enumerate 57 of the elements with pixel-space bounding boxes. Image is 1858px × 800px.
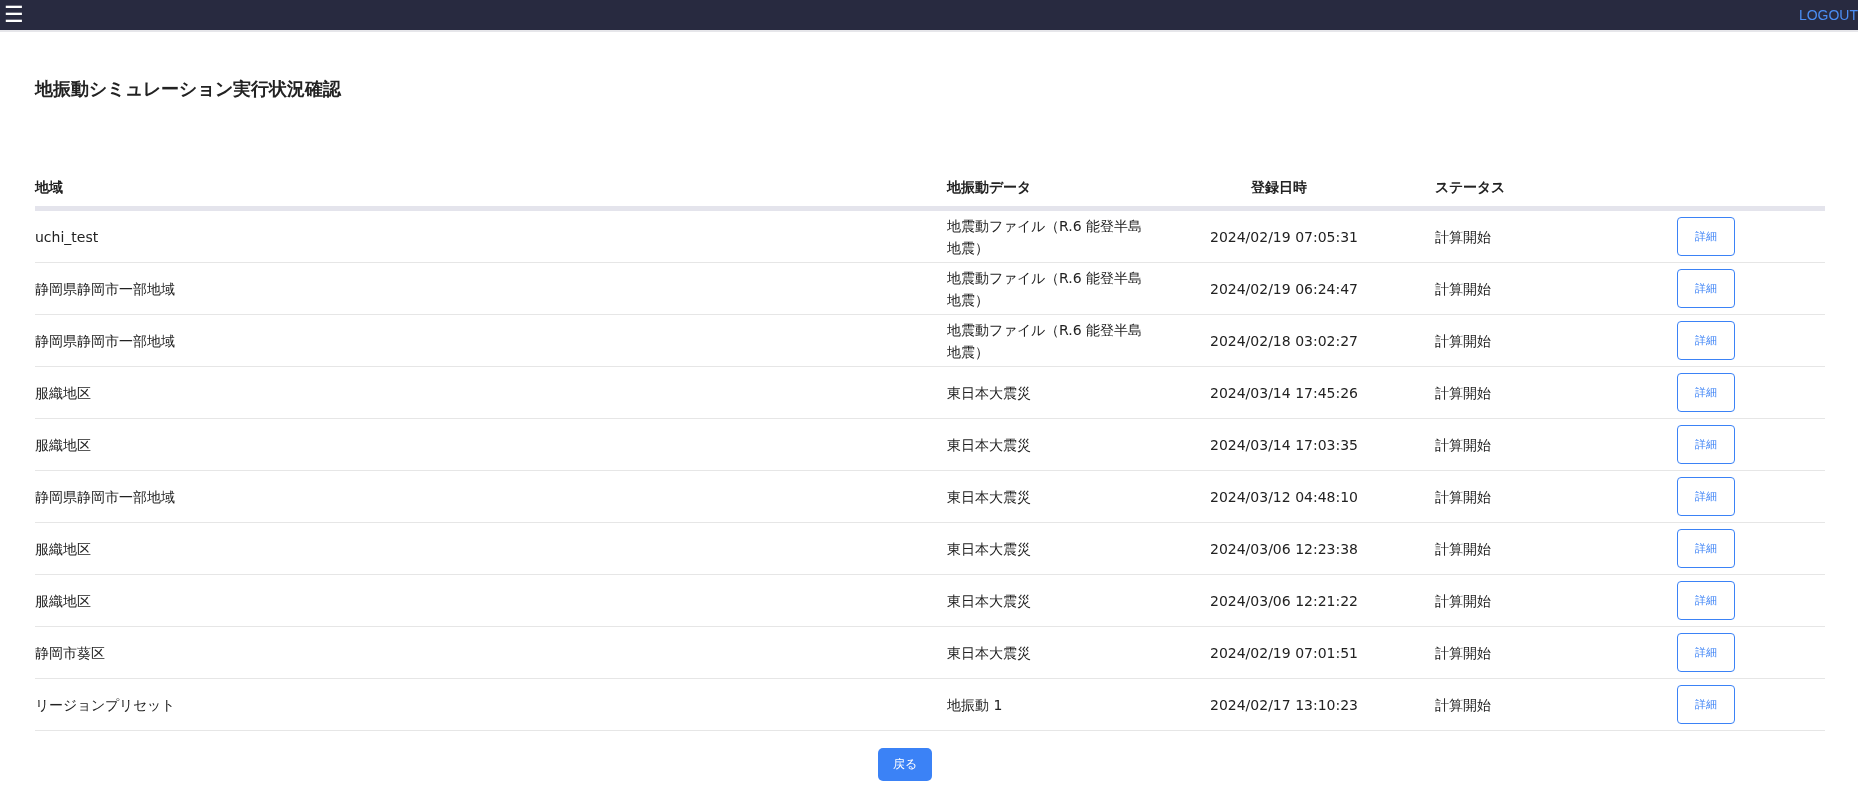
- region-cell-text: 服織地区: [35, 591, 92, 611]
- status-cell-text: 計算開始: [1435, 331, 1492, 351]
- date-cell-text: 2024/02/17 13:10:23: [1209, 695, 1359, 715]
- date-cell-text: 2024/02/19 07:01:51: [1209, 643, 1359, 663]
- column-header: 登録日時: [1250, 179, 1308, 197]
- region-cell-text: 静岡県静岡市一部地域: [35, 487, 176, 507]
- data-cell-text: 東日本大震災: [947, 643, 1032, 663]
- page-title: 地振動シミュレーション実行状況確認: [35, 77, 343, 101]
- details-button[interactable]: 詳細: [1677, 269, 1735, 308]
- details-button[interactable]: 詳細: [1677, 477, 1735, 516]
- date-cell-text: 2024/03/12 04:48:10: [1209, 487, 1359, 507]
- details-button[interactable]: 詳細: [1677, 373, 1735, 412]
- details-button[interactable]: 詳細: [1677, 217, 1735, 256]
- status-cell-text: 計算開始: [1435, 643, 1492, 663]
- date-cell-text: 2024/02/18 03:02:27: [1209, 331, 1359, 351]
- date-cell-text: 2024/02/19 07:05:31: [1209, 227, 1359, 247]
- status-cell-text: 計算開始: [1435, 279, 1492, 299]
- data-cell-text: 東日本大震災: [947, 435, 1032, 455]
- details-button[interactable]: 詳細: [1677, 685, 1735, 724]
- data-cell-text: 東日本大震災: [947, 591, 1032, 611]
- region-cell-text: 静岡市葵区: [35, 643, 106, 663]
- status-cell-text: 計算開始: [1435, 227, 1492, 247]
- status-cell-text: 計算開始: [1435, 695, 1492, 715]
- region-cell-text: 服織地区: [35, 539, 92, 559]
- details-button[interactable]: 詳細: [1677, 581, 1735, 620]
- data-cell-text: 地震動ファイル（R.6 能登半島地震）: [947, 320, 1144, 362]
- region-cell-text: リージョンプリセット: [35, 695, 176, 715]
- status-cell-text: 計算開始: [1435, 487, 1492, 507]
- details-button[interactable]: 詳細: [1677, 425, 1735, 464]
- column-header: 地振動データ: [947, 179, 1032, 197]
- data-cell-text: 地震動ファイル（R.6 能登半島地震）: [947, 268, 1144, 310]
- region-cell-text: 静岡県静岡市一部地域: [35, 331, 176, 351]
- region-cell-text: 静岡県静岡市一部地域: [35, 279, 176, 299]
- column-header: ステータス: [1435, 179, 1506, 197]
- region-cell-text: 服織地区: [35, 383, 92, 403]
- data-cell-text: 東日本大震災: [947, 487, 1032, 507]
- region-cell-text: 服織地区: [35, 435, 92, 455]
- details-button[interactable]: 詳細: [1677, 529, 1735, 568]
- data-cell-text: 地振動 1: [947, 695, 1004, 715]
- logout-link[interactable]: LOGOUT: [1798, 7, 1858, 23]
- back-button[interactable]: 戻る: [878, 748, 932, 781]
- details-button[interactable]: 詳細: [1677, 633, 1735, 672]
- status-cell-text: 計算開始: [1435, 539, 1492, 559]
- details-button[interactable]: 詳細: [1677, 321, 1735, 360]
- date-cell-text: 2024/02/19 06:24:47: [1209, 279, 1359, 299]
- date-cell-text: 2024/03/06 12:23:38: [1209, 539, 1359, 559]
- date-cell-text: 2024/03/14 17:03:35: [1209, 435, 1359, 455]
- data-cell-text: 東日本大震災: [947, 383, 1032, 403]
- date-cell-text: 2024/03/14 17:45:26: [1209, 383, 1359, 403]
- data-cell-text: 東日本大震災: [947, 539, 1032, 559]
- status-cell-text: 計算開始: [1435, 435, 1492, 455]
- status-cell-text: 計算開始: [1435, 383, 1492, 403]
- status-cell-text: 計算開始: [1435, 591, 1492, 611]
- region-cell-text: uchi_test: [35, 227, 100, 247]
- data-cell-text: 地震動ファイル（R.6 能登半島地震）: [947, 216, 1144, 258]
- column-header: 地域: [35, 179, 64, 197]
- date-cell-text: 2024/03/06 12:21:22: [1209, 591, 1359, 611]
